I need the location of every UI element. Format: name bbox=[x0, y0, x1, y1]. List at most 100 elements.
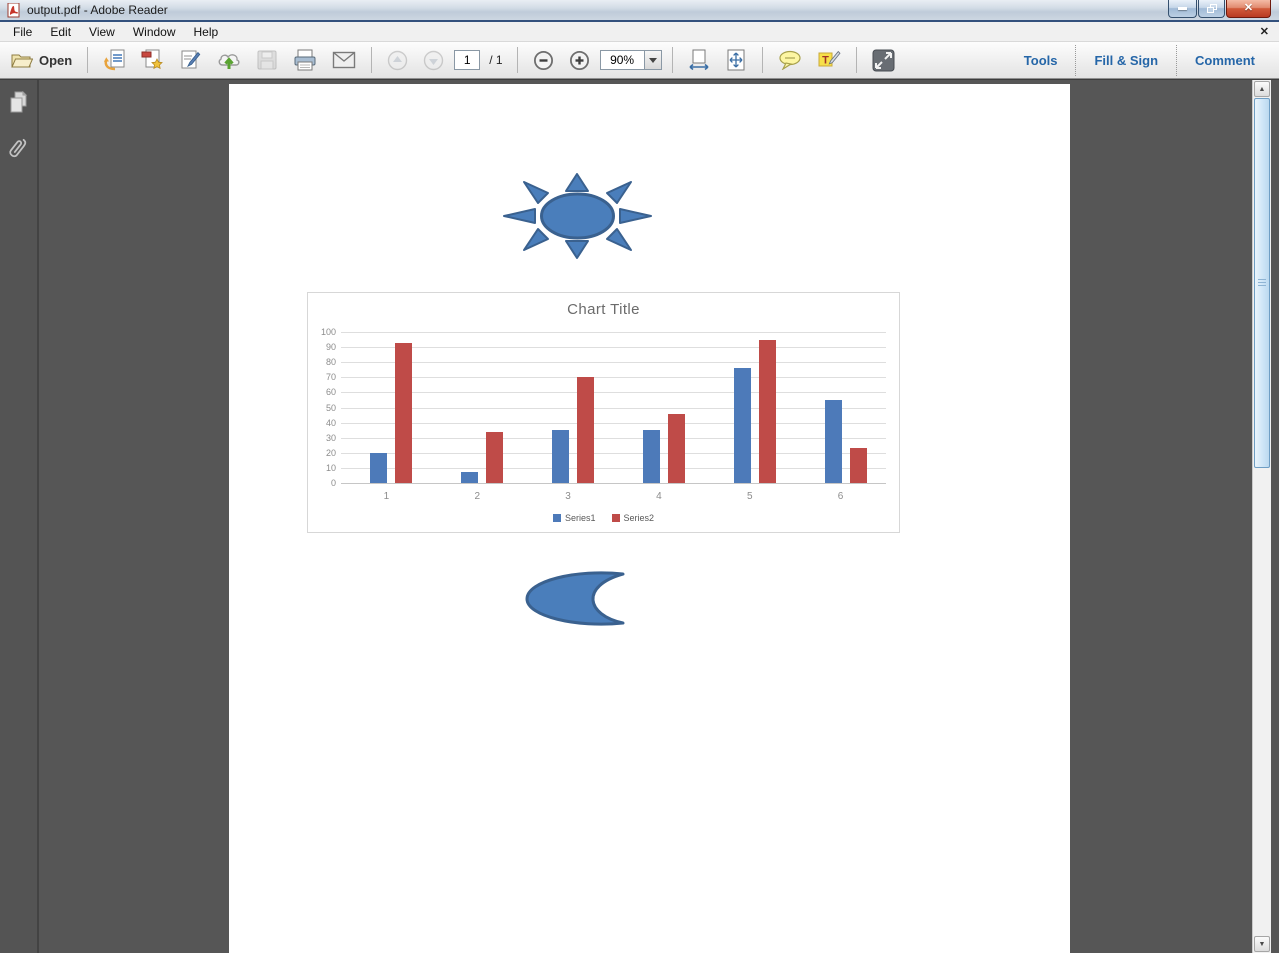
chart-bar bbox=[668, 414, 685, 483]
content-area: Chart Title 123456 Series1Series2 010203… bbox=[0, 79, 1279, 953]
previous-page-button[interactable] bbox=[382, 46, 413, 74]
next-page-button[interactable] bbox=[418, 46, 449, 74]
save-copy-icon bbox=[103, 49, 126, 71]
save-button[interactable] bbox=[251, 46, 283, 74]
create-pdf-button[interactable] bbox=[136, 46, 169, 74]
menu-window[interactable]: Window bbox=[124, 23, 185, 41]
chart-bar bbox=[734, 368, 751, 483]
reading-mode-button[interactable] bbox=[867, 46, 900, 74]
tab-tools[interactable]: Tools bbox=[1006, 45, 1076, 76]
y-axis-tick-label: 40 bbox=[310, 418, 336, 428]
x-axis-category-label: 1 bbox=[341, 491, 432, 502]
sticky-note-button[interactable] bbox=[773, 46, 807, 74]
toolbar-separator bbox=[371, 47, 372, 73]
fit-width-button[interactable] bbox=[683, 46, 715, 74]
highlight-text-button[interactable]: T bbox=[812, 46, 846, 74]
toolbar-separator bbox=[517, 47, 518, 73]
chart-title: Chart Title bbox=[308, 301, 899, 318]
page-up-icon bbox=[387, 50, 408, 71]
x-axis-category-label: 5 bbox=[704, 491, 795, 502]
scrollbar-thumb[interactable] bbox=[1254, 98, 1270, 468]
crescent-moon-shape bbox=[524, 570, 627, 627]
zoom-out-icon bbox=[533, 50, 554, 71]
page-number-input[interactable] bbox=[454, 50, 480, 70]
y-axis-tick-label: 50 bbox=[310, 403, 336, 413]
chart-legend: Series1 Series2 bbox=[308, 513, 899, 523]
print-button[interactable] bbox=[288, 46, 322, 74]
pdf-page: Chart Title 123456 Series1Series2 010203… bbox=[229, 84, 1070, 953]
chart-gridline bbox=[341, 483, 886, 484]
sign-document-icon bbox=[179, 49, 202, 71]
window-title: output.pdf - Adobe Reader bbox=[27, 3, 168, 17]
menu-file[interactable]: File bbox=[4, 23, 41, 41]
chart-bar bbox=[461, 472, 478, 483]
close-document-icon[interactable]: ✕ bbox=[1260, 25, 1269, 38]
save-copy-button[interactable] bbox=[98, 46, 131, 74]
upload-cloud-button[interactable] bbox=[212, 46, 246, 74]
document-area: Chart Title 123456 Series1Series2 010203… bbox=[39, 80, 1252, 953]
menu-help[interactable]: Help bbox=[185, 23, 228, 41]
zoom-dropdown-button[interactable] bbox=[644, 50, 662, 70]
y-axis-tick-label: 0 bbox=[310, 478, 336, 488]
chart-gridline bbox=[341, 347, 886, 348]
page-down-icon bbox=[423, 50, 444, 71]
sign-document-button[interactable] bbox=[174, 46, 207, 74]
close-icon: ✕ bbox=[1244, 3, 1253, 14]
legend-swatch bbox=[553, 514, 561, 522]
y-axis-tick-label: 90 bbox=[310, 342, 336, 352]
window-right-edge bbox=[1271, 80, 1279, 953]
fit-page-button[interactable] bbox=[720, 46, 752, 74]
chart-gridline bbox=[341, 392, 886, 393]
chart-gridline bbox=[341, 332, 886, 333]
minimize-icon bbox=[1178, 7, 1187, 10]
fit-width-icon bbox=[688, 49, 710, 71]
chart-gridline bbox=[341, 362, 886, 363]
toolbar: Open bbox=[0, 42, 1279, 79]
legend-item: Series1 bbox=[553, 513, 596, 523]
tab-fill-sign[interactable]: Fill & Sign bbox=[1075, 45, 1176, 76]
chart: Chart Title 123456 Series1Series2 010203… bbox=[307, 292, 900, 533]
legend-label: Series1 bbox=[565, 513, 596, 523]
highlight-text-icon: T bbox=[817, 49, 841, 71]
minimize-button[interactable] bbox=[1168, 0, 1197, 18]
upload-cloud-icon bbox=[217, 49, 241, 71]
menu-view[interactable]: View bbox=[80, 23, 124, 41]
scroll-up-button[interactable]: ▲ bbox=[1254, 81, 1270, 97]
fit-page-icon bbox=[725, 49, 747, 71]
y-axis-tick-label: 20 bbox=[310, 448, 336, 458]
y-axis-tick-label: 60 bbox=[310, 387, 336, 397]
scroll-down-button[interactable]: ▼ bbox=[1254, 936, 1270, 952]
toolbar-separator bbox=[672, 47, 673, 73]
chart-gridline bbox=[341, 423, 886, 424]
y-axis-tick-label: 10 bbox=[310, 463, 336, 473]
chart-gridline bbox=[341, 438, 886, 439]
attachments-button[interactable] bbox=[4, 134, 34, 164]
sticky-note-icon bbox=[778, 50, 802, 70]
open-button-label: Open bbox=[39, 53, 72, 68]
page-thumbnails-button[interactable] bbox=[4, 88, 34, 118]
reading-mode-icon bbox=[872, 49, 895, 72]
folder-open-icon bbox=[11, 52, 33, 69]
scroll-down-icon: ▼ bbox=[1259, 941, 1266, 948]
scroll-up-icon: ▲ bbox=[1259, 86, 1266, 93]
chart-gridline bbox=[341, 453, 886, 454]
close-button[interactable]: ✕ bbox=[1226, 0, 1271, 18]
zoom-level-input[interactable] bbox=[600, 50, 644, 70]
email-button[interactable] bbox=[327, 46, 361, 74]
attachments-icon bbox=[8, 136, 30, 162]
chart-bar bbox=[825, 400, 842, 483]
zoom-in-button[interactable] bbox=[564, 46, 595, 74]
chart-gridline bbox=[341, 408, 886, 409]
chart-gridline bbox=[341, 377, 886, 378]
window-controls: ✕ bbox=[1167, 0, 1271, 18]
chart-bar bbox=[643, 430, 660, 483]
zoom-out-button[interactable] bbox=[528, 46, 559, 74]
restore-button[interactable] bbox=[1198, 0, 1225, 18]
menu-edit[interactable]: Edit bbox=[41, 23, 80, 41]
legend-item: Series2 bbox=[612, 513, 655, 523]
print-icon bbox=[293, 49, 317, 71]
open-button[interactable]: Open bbox=[6, 46, 77, 74]
tab-comment[interactable]: Comment bbox=[1176, 45, 1273, 76]
navigation-sidebar bbox=[0, 80, 39, 953]
page-total-label: / 1 bbox=[485, 53, 506, 67]
